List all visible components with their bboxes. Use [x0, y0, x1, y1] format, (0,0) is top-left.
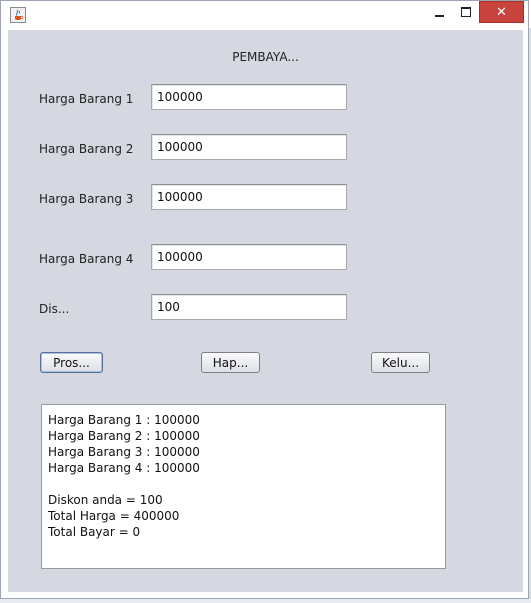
- page-title: PEMBAYA...: [232, 50, 299, 64]
- label-harga-barang-3: Harga Barang 3: [39, 192, 134, 206]
- output-line: Harga Barang 1 : 100000: [48, 413, 200, 427]
- title-bar[interactable]: ✕: [1, 1, 528, 29]
- output-line: Harga Barang 4 : 100000: [48, 461, 200, 475]
- minimize-icon: [434, 14, 444, 17]
- background-bottom: [0, 599, 531, 603]
- output-line: Total Harga = 400000: [48, 509, 180, 523]
- harga-barang-4-input[interactable]: [151, 244, 347, 270]
- output-line: Total Bayar = 0: [48, 525, 141, 539]
- minimize-button[interactable]: [426, 1, 452, 23]
- label-diskon: Dis...: [39, 302, 70, 316]
- java-cup-icon[interactable]: [10, 7, 26, 23]
- maximize-icon: [461, 7, 471, 17]
- output-line: Diskon anda = 100: [48, 493, 163, 507]
- output-line: Harga Barang 3 : 100000: [48, 445, 200, 459]
- maximize-button[interactable]: [453, 1, 479, 23]
- label-harga-barang-4: Harga Barang 4: [39, 252, 134, 266]
- label-harga-barang-2: Harga Barang 2: [39, 142, 134, 156]
- close-icon: ✕: [496, 4, 507, 20]
- close-button[interactable]: ✕: [479, 1, 524, 23]
- output-blank-line: [48, 476, 439, 492]
- proses-button[interactable]: Pros...: [40, 352, 103, 373]
- harga-barang-3-input[interactable]: [151, 184, 347, 210]
- form-panel: PEMBAYA... Harga Barang 1 Harga Barang 2…: [8, 30, 523, 592]
- app-window: ✕ PEMBAYA... Harga Barang 1 Harga Barang…: [0, 0, 529, 599]
- output-line: Harga Barang 2 : 100000: [48, 429, 200, 443]
- keluar-button[interactable]: Kelu...: [371, 352, 430, 373]
- harga-barang-1-input[interactable]: [151, 84, 347, 110]
- hapus-button[interactable]: Hap...: [201, 352, 260, 373]
- label-harga-barang-1: Harga Barang 1: [39, 92, 134, 106]
- output-textarea[interactable]: Harga Barang 1 : 100000 Harga Barang 2 :…: [41, 404, 446, 569]
- harga-barang-2-input[interactable]: [151, 134, 347, 160]
- diskon-input[interactable]: [151, 294, 347, 320]
